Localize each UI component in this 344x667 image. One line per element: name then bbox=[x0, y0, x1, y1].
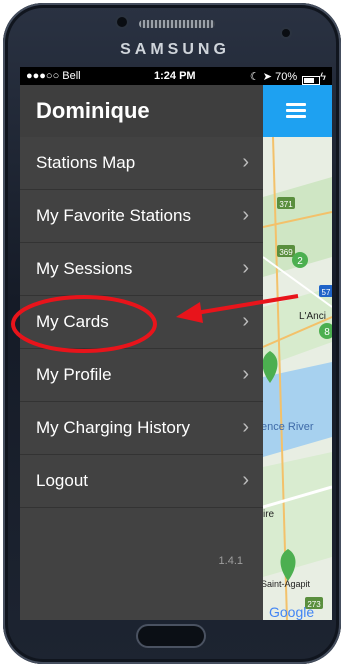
map-label-river: ence River bbox=[263, 421, 314, 433]
route-shield-57: 57 bbox=[319, 285, 332, 297]
menu-item-my-cards[interactable]: My Cards › bbox=[20, 296, 263, 349]
menu-item-label: Stations Map bbox=[36, 153, 136, 172]
chevron-right-icon: › bbox=[242, 416, 249, 438]
menu-item-label: My Profile bbox=[36, 365, 112, 384]
google-logo: Google bbox=[269, 604, 314, 620]
svg-text:57: 57 bbox=[322, 288, 331, 297]
device-brand: SAMSUNG bbox=[120, 41, 230, 58]
map-header bbox=[263, 85, 332, 137]
charging-bolt-icon: ϟ bbox=[320, 71, 326, 83]
moon-icon: ☾ ➤ bbox=[249, 71, 276, 83]
svg-text:371: 371 bbox=[279, 200, 293, 209]
proximity-sensor bbox=[282, 29, 290, 37]
chevron-right-icon: › bbox=[242, 204, 249, 226]
status-time: 1:24 PM bbox=[154, 70, 196, 82]
map-label-ire: ire bbox=[263, 509, 275, 520]
status-bar: ●●●○○ Bell 1:24 PM ☾ ➤ 70% ϟ bbox=[20, 67, 332, 85]
menu-item-label: My Charging History bbox=[36, 418, 190, 437]
navigation-drawer: Dominique Stations Map › My Favorite Sta… bbox=[20, 85, 263, 620]
map-label-saint-agapit: Saint-Agapit bbox=[263, 579, 311, 589]
menu-item-logout[interactable]: Logout › bbox=[20, 455, 263, 508]
user-name: Dominique bbox=[36, 98, 150, 123]
station-cluster-2[interactable]: 2 bbox=[292, 252, 308, 268]
menu-item-stations-map[interactable]: Stations Map › bbox=[20, 137, 263, 190]
menu-item-label: Logout bbox=[36, 471, 88, 490]
route-shield-369: 369 bbox=[277, 245, 295, 257]
drawer-header: Dominique bbox=[20, 85, 263, 137]
svg-text:369: 369 bbox=[279, 248, 293, 257]
chevron-right-icon: › bbox=[242, 151, 249, 173]
map-view[interactable]: 371 369 2 57 L'Anci 8 ence River ire Sai… bbox=[263, 85, 332, 620]
drawer-menu: Stations Map › My Favorite Stations › My… bbox=[20, 137, 263, 508]
menu-item-label: My Favorite Stations bbox=[36, 206, 191, 225]
chevron-right-icon: › bbox=[242, 257, 249, 279]
menu-item-my-profile[interactable]: My Profile › bbox=[20, 349, 263, 402]
menu-item-my-favorite-stations[interactable]: My Favorite Stations › bbox=[20, 190, 263, 243]
chevron-right-icon: › bbox=[242, 310, 249, 332]
battery-indicator: ☾ ➤ 70% ϟ bbox=[249, 70, 326, 85]
map-label-lanci: L'Anci bbox=[299, 311, 326, 322]
carrier-label: ●●●○○ Bell bbox=[26, 70, 81, 82]
chevron-right-icon: › bbox=[242, 469, 249, 491]
map-canvas[interactable]: 371 369 2 57 L'Anci 8 ence River ire Sai… bbox=[263, 137, 332, 620]
earpiece-speaker bbox=[139, 20, 215, 28]
menu-item-label: My Sessions bbox=[36, 259, 133, 278]
front-camera bbox=[117, 17, 127, 27]
menu-item-my-sessions[interactable]: My Sessions › bbox=[20, 243, 263, 296]
menu-item-label: My Cards bbox=[36, 312, 109, 331]
route-shield-371: 371 bbox=[277, 197, 295, 209]
svg-text:2: 2 bbox=[297, 256, 303, 267]
battery-percent: 70% bbox=[275, 71, 298, 83]
hamburger-menu-icon[interactable] bbox=[286, 103, 306, 118]
battery-icon bbox=[302, 75, 321, 85]
svg-text:8: 8 bbox=[324, 327, 330, 338]
home-button[interactable] bbox=[138, 626, 204, 646]
phone-screen: ●●●○○ Bell 1:24 PM ☾ ➤ 70% ϟ 371 369 2 5… bbox=[20, 67, 332, 620]
menu-item-my-charging-history[interactable]: My Charging History › bbox=[20, 402, 263, 455]
app-version: 1.4.1 bbox=[218, 555, 243, 567]
chevron-right-icon: › bbox=[242, 363, 249, 385]
